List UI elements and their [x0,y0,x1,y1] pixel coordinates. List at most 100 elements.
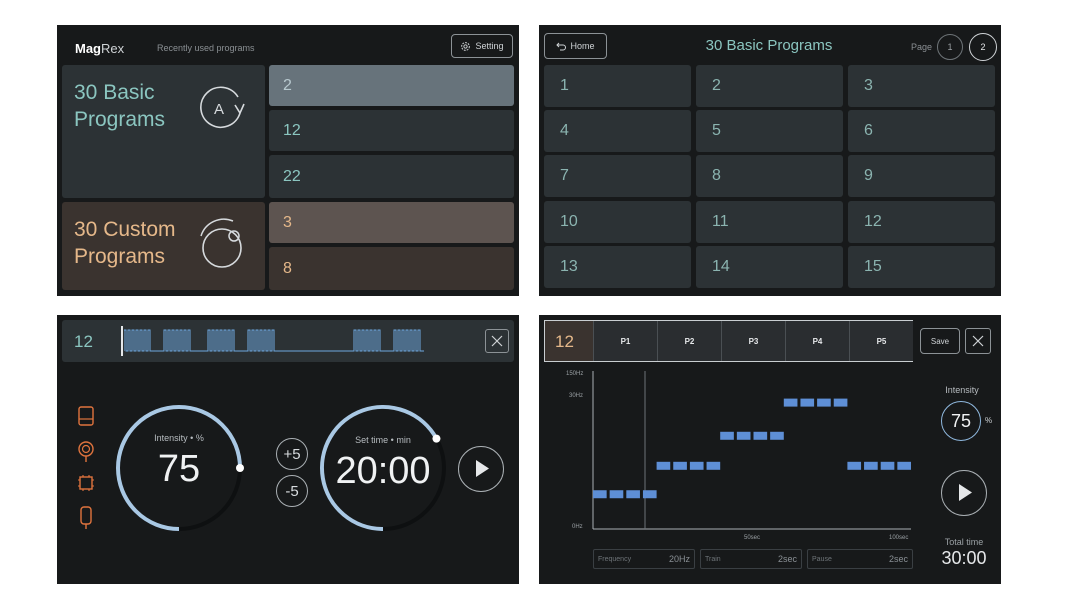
page-2-button[interactable]: 2 [969,33,997,61]
program-button[interactable]: 1 [544,65,691,107]
frequency-field[interactable]: Frequency 20Hz [593,549,695,569]
time-label: Set time • min [355,435,411,445]
program-button[interactable]: 2 [696,65,843,107]
chart-segment-p3[interactable] [753,431,768,440]
program-button[interactable]: 10 [544,201,691,243]
chart-segment-p1[interactable] [593,490,607,499]
chart-segment-p3[interactable] [770,431,784,440]
chart-segment-p1[interactable] [642,490,657,499]
basic-programs-card[interactable]: 30 Basic Programs A [62,65,265,198]
play-button[interactable] [458,446,504,492]
intensity-value[interactable]: 75 [941,401,981,441]
chart-segment-p1[interactable] [626,490,640,499]
recent-basic-item[interactable]: 2 [269,65,514,106]
page-label: Page [911,42,933,52]
y-tick-label: 0Hz [572,524,583,530]
program-button[interactable]: 4 [544,110,691,152]
chart-segment-p3[interactable] [720,431,734,440]
waveform-cursor [121,326,123,356]
program-button[interactable]: 9 [848,155,995,197]
custom-title-line1: 30 Custom [74,218,176,241]
chart-segment-p5[interactable] [880,461,895,470]
recent-programs-label: Recently used programs [157,43,255,53]
play-button[interactable] [941,470,987,516]
program-run-screen: 12 Intensity • % 75 +5 -5 Set time • min… [57,315,519,584]
tab-p5[interactable]: P5 [849,321,913,361]
chart-segment-p4[interactable] [833,398,848,407]
program-button[interactable]: 11 [696,201,843,243]
pause-field[interactable]: Pause 2sec [807,549,913,569]
intensity-label: Intensity • % [154,433,204,443]
chart-segment-p5[interactable] [864,461,878,470]
custom-editor-screen: 12 P1 P2 P3 P4 P5 Save 150Hz 30Hz 0Hz 50… [539,315,1001,584]
recent-custom-item[interactable]: 3 [269,202,514,243]
chart-segment-p4[interactable] [817,398,831,407]
basic-title-line1: 30 Basic [74,81,155,104]
x-tick-label: 100sec [889,535,908,541]
recent-basic-item[interactable]: 12 [269,110,514,151]
phase-bar: 12 P1 P2 P3 P4 P5 [544,320,913,362]
program-button[interactable]: 8 [696,155,843,197]
chart-segment-p5[interactable] [897,461,911,470]
chip-icon [78,475,94,491]
recent-custom-item[interactable]: 8 [269,247,514,290]
setting-button[interactable]: Setting [451,34,513,58]
tab-p2[interactable]: P2 [657,321,721,361]
program-number: 12 [555,332,574,351]
recent-basic-number: 2 [283,76,292,94]
program-button[interactable]: 12 [848,201,995,243]
program-button[interactable]: 3 [848,65,995,107]
coil-icon [78,406,94,426]
home-button[interactable]: Home [544,33,607,59]
home-screen: MagRex Recently used programs Setting 30… [57,25,519,296]
total-time-value: 30:00 [941,548,987,568]
svg-text:A: A [214,101,224,118]
decrease-button[interactable]: -5 [276,475,308,507]
program-button[interactable]: 7 [544,155,691,197]
train-field[interactable]: Train 2sec [700,549,802,569]
chart-segment-p2[interactable] [706,461,721,470]
field-value: 2sec [888,554,908,564]
chart-segment-p5[interactable] [847,461,862,470]
back-arrow-icon [556,42,567,50]
close-button[interactable] [485,329,509,353]
save-button[interactable]: Save [920,328,960,354]
custom-programs-card[interactable]: 30 Custom Programs [62,202,265,290]
program-button[interactable]: 15 [848,246,995,288]
chart-segment-p2[interactable] [656,461,671,470]
page-1-button[interactable]: 1 [937,34,963,60]
chart-segment-p3[interactable] [736,431,751,440]
chart-segment-p4[interactable] [800,398,815,407]
intensity-unit: % [985,416,993,425]
recent-basic-number: 22 [283,167,301,185]
close-button[interactable] [965,328,991,354]
field-label: Frequency [598,555,632,563]
program-button[interactable]: 6 [848,110,995,152]
tab-p1[interactable]: P1 [593,321,657,361]
program-button[interactable]: 5 [696,110,843,152]
home-label: Home [570,41,595,51]
handheld-coil-icon [80,506,92,529]
field-label: Pause [812,555,832,563]
chart-segment-p4[interactable] [783,398,798,407]
chart-segment-p2[interactable] [673,461,687,470]
y-tick-label: 30Hz [569,393,583,399]
increase-button[interactable]: +5 [276,438,308,470]
frequency-chart[interactable]: 150Hz 30Hz 0Hz 50sec 100sec [539,367,919,547]
waveform-preview [124,329,424,352]
recent-basic-item[interactable]: 22 [269,155,514,198]
tab-p4[interactable]: P4 [785,321,849,361]
basic-title-line2: Programs [74,108,166,131]
gear-icon [461,41,471,51]
tab-p3[interactable]: P3 [721,321,785,361]
program-button[interactable]: 13 [544,246,691,288]
total-time-label: Total time [944,537,984,547]
recent-basic-number: 12 [283,121,301,139]
program-header: 12 [62,320,514,362]
auto-program-icon: A [200,86,245,129]
chart-segment-p1[interactable] [609,490,624,499]
field-label: Train [705,555,721,563]
program-button[interactable]: 14 [696,246,843,288]
chart-segment-p2[interactable] [689,461,704,470]
close-icon [972,335,984,347]
